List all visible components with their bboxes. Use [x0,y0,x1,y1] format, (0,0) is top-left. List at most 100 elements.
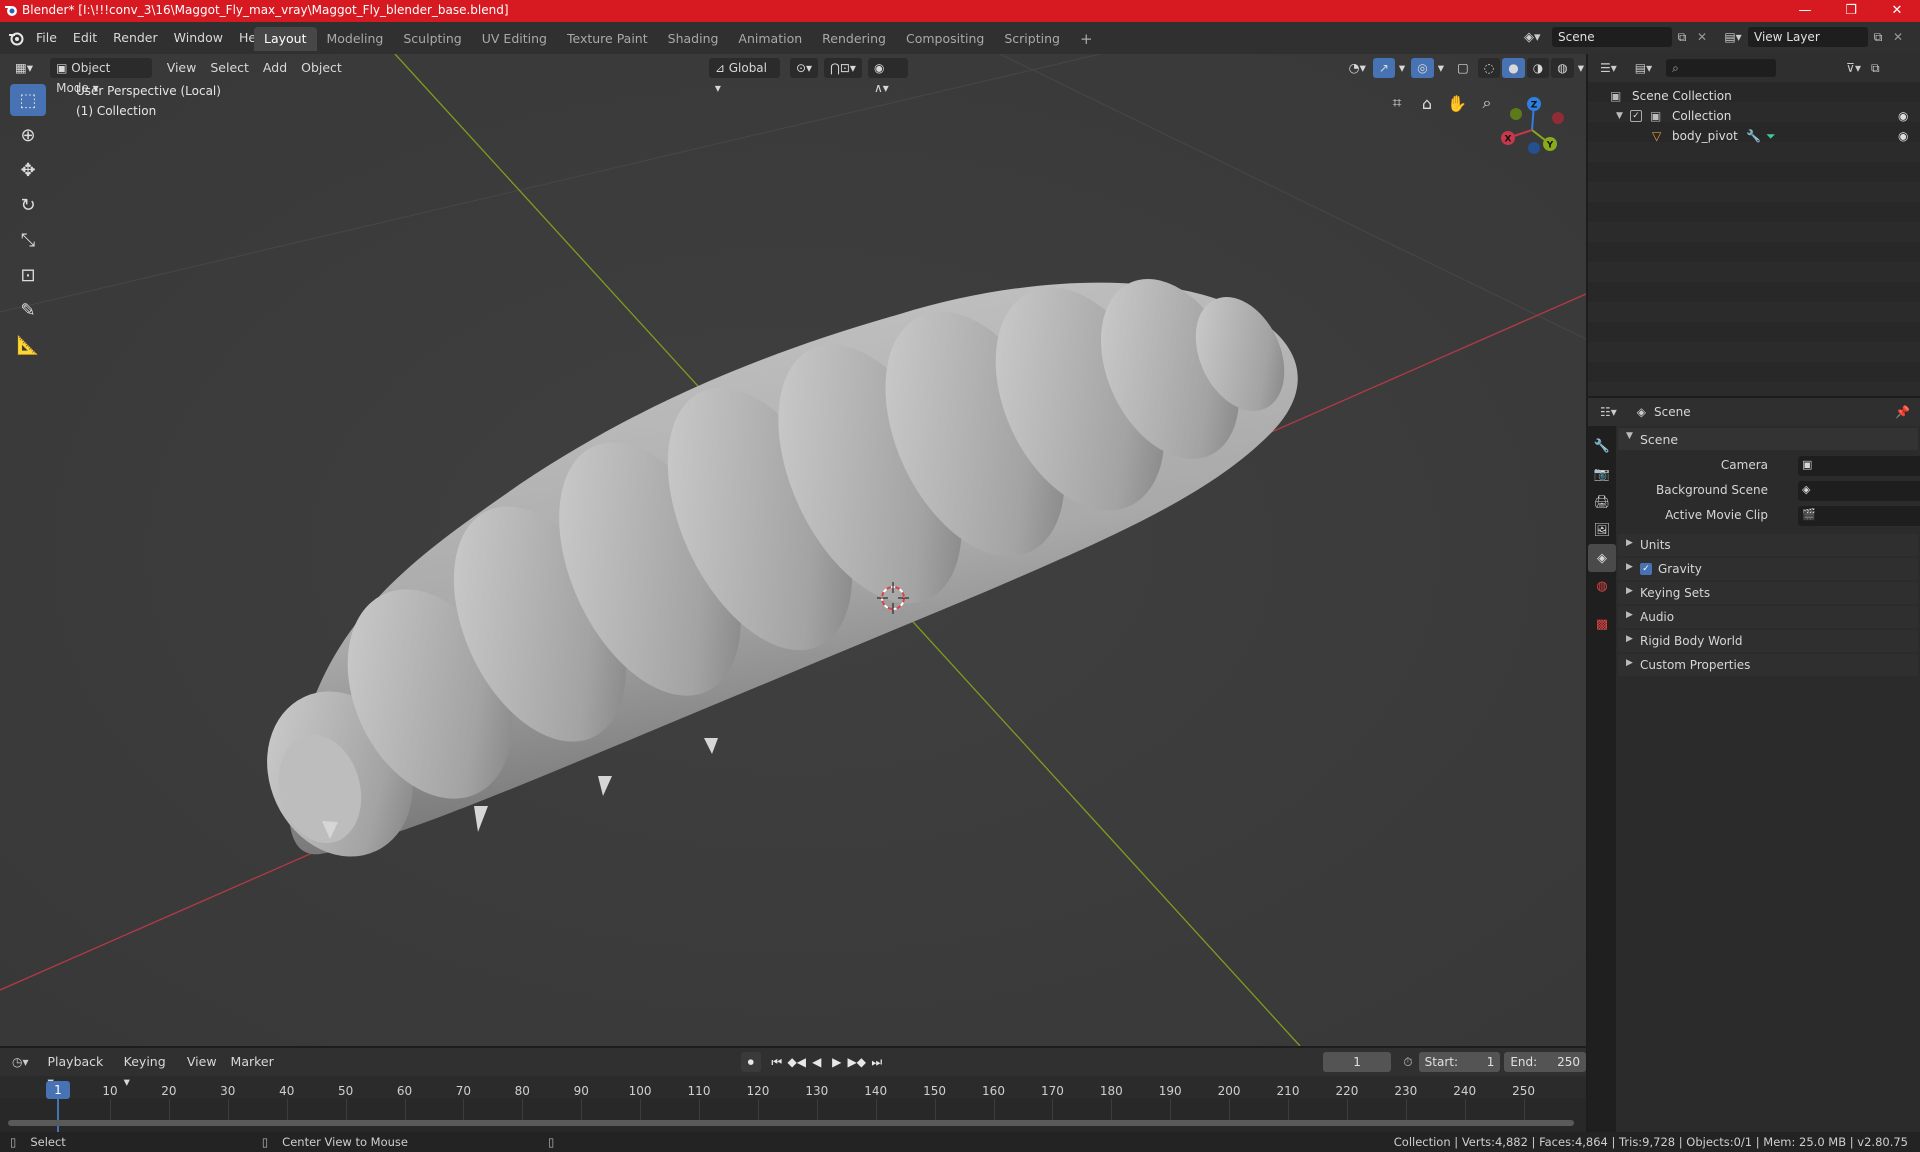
menu-view[interactable]: View [160,58,204,78]
tab-compositing[interactable]: Compositing [896,27,994,51]
tab-scripting[interactable]: Scripting [994,27,1070,51]
cursor-tool-icon[interactable]: ⊕ [10,119,46,151]
shading-material-icon[interactable]: ◑ [1526,58,1550,78]
annotate-tool-icon[interactable]: ✎ [10,294,46,326]
current-frame-field[interactable]: 1 [1322,1052,1392,1072]
gravity-checkbox[interactable]: ✓ [1640,563,1652,575]
select-box-tool-icon[interactable]: ⬚ [10,84,46,116]
pin-icon[interactable]: 📌 [1895,405,1910,419]
menu-render[interactable]: Render [105,26,166,50]
transform-orientation-dropdown[interactable]: ⊿ Global ▾ [708,58,780,95]
playhead[interactable]: 1 [46,1081,70,1099]
visibility-eye-icon[interactable]: ◉ [1898,126,1908,146]
active-movie-clip-field[interactable]: 🎬 [1798,506,1920,526]
mesh-data-icon[interactable]: ⏷ [1766,126,1776,146]
tab-texture-paint[interactable]: Texture Paint [557,27,658,51]
view-layer-icon[interactable]: ▤▾ [1718,30,1748,44]
transform-tool-icon[interactable]: ⊡ [10,259,46,291]
editor-type-icon[interactable]: ▦▾ [8,58,40,78]
camera-field[interactable]: ▣ ✒ [1798,456,1920,476]
menu-window[interactable]: Window [166,26,231,50]
object-visibility-icon[interactable]: ◔▾ [1342,58,1373,78]
scene-tab-icon[interactable]: ◈ [1588,544,1616,572]
new-view-layer-icon[interactable]: ⧉ [1868,30,1888,45]
shading-wireframe-icon[interactable]: ◌ [1477,58,1501,78]
timeline-scrollbar[interactable] [8,1120,1574,1126]
add-workspace-button[interactable]: + [1070,27,1103,51]
menu-select[interactable]: Select [203,58,256,78]
timeline-ruler[interactable]: 10 20 30 40 50 60 70 80 90 100 110 120 130 140 150 160 1… [0,1076,1586,1132]
shading-solid-icon[interactable]: ● [1502,58,1525,78]
overlays-dropdown-icon[interactable]: ▾ [1436,58,1446,78]
menu-add[interactable]: Add [256,58,294,78]
tab-layout[interactable]: Layout [254,27,317,51]
camera-view-icon[interactable]: ⌂ [1412,88,1442,118]
units-panel[interactable]: ▶ Units [1618,534,1918,556]
view-layer-tab-icon[interactable]: 🖼 [1588,516,1616,544]
tool-tab-icon[interactable]: 🔧 [1588,432,1616,460]
play-reverse-icon[interactable]: ◀ [807,1052,827,1072]
scene-name-field[interactable]: Scene [1552,27,1672,47]
filter-icon[interactable]: ⊽▾ [1846,61,1861,75]
play-icon[interactable]: ▶ [827,1052,847,1072]
outliner-search-input[interactable]: ⌕ [1666,59,1777,77]
custom-properties-panel[interactable]: ▶ Custom Properties [1618,654,1918,676]
tab-rendering[interactable]: Rendering [812,27,896,51]
scale-tool-icon[interactable]: ⤡ [10,224,46,256]
menu-marker[interactable]: Marker [224,1052,281,1072]
tab-uv-editing[interactable]: UV Editing [472,27,557,51]
rotate-tool-icon[interactable]: ↻ [10,189,46,221]
outliner-object-body-pivot[interactable]: ▽ body_pivot 🔧 ⏷ ◉ [1588,126,1920,146]
tab-shading[interactable]: Shading [658,27,729,51]
tab-modeling[interactable]: Modeling [317,27,394,51]
jump-start-icon[interactable]: ⏮ [767,1052,787,1072]
scene-selector-icon[interactable]: ◈▾ [1524,30,1552,45]
outliner-collection[interactable]: ▼ ✓ ▣ Collection ◉ [1588,106,1920,126]
keying-sets-panel[interactable]: ▶ Keying Sets [1618,582,1918,604]
outliner-editor-type-icon[interactable]: ☰▾ [1600,61,1617,75]
shading-rendered-icon[interactable]: ◍ [1551,58,1574,78]
gizmo-toggle-icon[interactable]: ↗ [1372,58,1395,78]
audio-panel[interactable]: ▶ Audio [1618,606,1918,628]
properties-editor-type-icon[interactable]: ☷▾ [1600,405,1617,419]
minimize-button[interactable]: — [1782,0,1828,22]
xray-toggle-icon[interactable]: ▢ [1450,58,1476,78]
shading-dropdown-icon[interactable]: ▾ [1576,58,1586,78]
background-scene-field[interactable]: ◈ [1798,481,1920,501]
prev-keyframe-icon[interactable]: ◆◀ [787,1052,807,1072]
scene-panel-header[interactable]: ▼ Scene [1618,428,1918,450]
navigation-gizmo[interactable]: Z Y X [1494,92,1570,168]
view-layer-field[interactable]: View Layer [1748,27,1868,47]
measure-tool-icon[interactable]: 📐 [10,329,46,361]
end-frame-field[interactable]: End: 250 [1504,1052,1587,1072]
proportional-editing-icon[interactable]: ◉ ∧▾ [867,58,908,95]
snap-icon[interactable]: ⋂⊡▾ [824,58,862,78]
new-scene-icon[interactable]: ⧉ [1672,30,1692,45]
3d-viewport[interactable]: ▦▾ ▣ Object Mode ▾ View Select Add Objec… [0,54,1586,1046]
modifier-wrench-icon[interactable]: 🔧 [1746,126,1761,146]
visibility-eye-icon[interactable]: ◉ [1898,106,1908,126]
menu-object[interactable]: Object [294,58,349,78]
pivot-point-icon[interactable]: ⊙▾ [789,58,819,78]
start-frame-field[interactable]: Start: 1 [1418,1052,1501,1072]
tab-sculpting[interactable]: Sculpting [393,27,471,51]
object-mode-dropdown[interactable]: ▣ Object Mode ▾ [50,58,152,95]
timeline-editor-type-icon[interactable]: ◷▾ [12,1055,29,1069]
menu-edit[interactable]: Edit [65,26,105,50]
menu-timeline-view[interactable]: View [180,1052,224,1072]
menu-keying[interactable]: Keying ▾ [117,1052,180,1089]
menu-file[interactable]: File [28,26,65,50]
new-collection-icon[interactable]: ⧉ [1871,61,1880,76]
expand-arrow-icon[interactable]: ▼ [1616,106,1623,126]
delete-view-layer-icon[interactable]: ✕ [1888,30,1908,44]
output-tab-icon[interactable]: 🖨 [1588,488,1616,516]
gizmo-dropdown-icon[interactable]: ▾ [1397,58,1407,78]
jump-end-icon[interactable]: ⏭ [867,1052,887,1072]
collection-checkbox[interactable]: ✓ [1630,110,1642,122]
menu-playback[interactable]: Playback ▾ [41,1052,117,1089]
outliner-scene-collection[interactable]: ▣ Scene Collection [1588,86,1920,106]
next-keyframe-icon[interactable]: ▶◆ [847,1052,867,1072]
gravity-panel[interactable]: ▶ ✓ Gravity [1618,558,1918,580]
blender-menu-icon[interactable] [4,26,28,50]
move-tool-icon[interactable]: ✥ [10,154,46,186]
